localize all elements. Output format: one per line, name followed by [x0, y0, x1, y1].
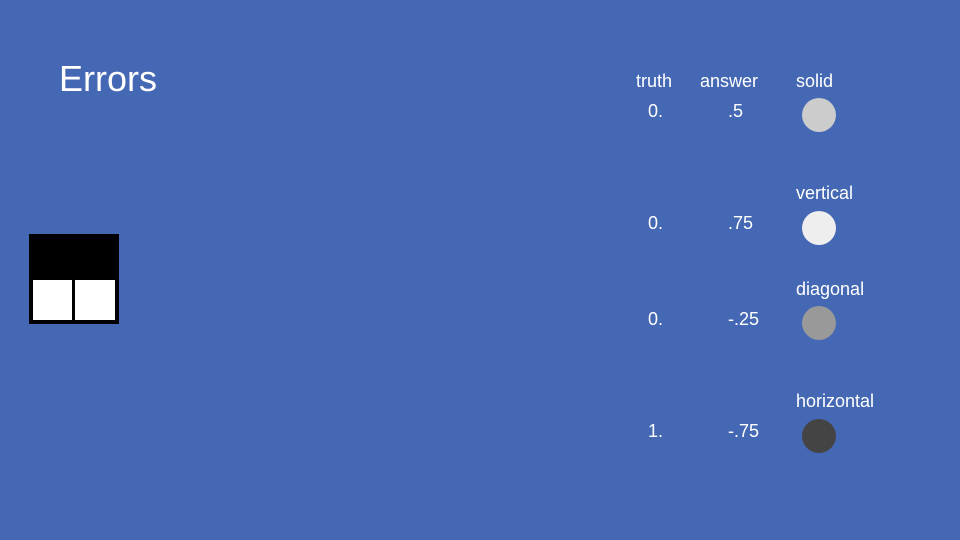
answer-value-horizontal: -.75 [728, 421, 760, 441]
color-dot-vertical [802, 211, 836, 245]
pattern-label-solid: solid [796, 71, 834, 91]
pattern-label-vertical: vertical [796, 183, 854, 203]
truth-value-vertical: 0. [648, 213, 664, 233]
truth-value-horizontal: 1. [648, 421, 664, 441]
answer-value-diagonal: -.25 [728, 309, 760, 329]
answer-value-vertical: .75 [728, 213, 754, 233]
color-dot-solid [802, 98, 836, 132]
slide-title: Errors [59, 58, 157, 99]
slide: Errors truth answer solid 0. .5 vertical… [0, 0, 960, 540]
truth-header: truth [636, 71, 673, 91]
answer-header: answer [700, 71, 759, 91]
pixel-bottom-right [75, 280, 115, 320]
truth-value-diagonal: 0. [648, 309, 664, 329]
truth-value-solid: 0. [648, 101, 664, 121]
color-dot-horizontal [802, 419, 836, 453]
color-dot-diagonal [802, 306, 836, 340]
pattern-label-diagonal: diagonal [796, 279, 865, 299]
horizontal-pattern-image [29, 234, 119, 324]
pixel-bottom-left [33, 280, 72, 320]
answer-value-solid: .5 [728, 101, 744, 121]
pattern-label-horizontal: horizontal [796, 391, 875, 411]
